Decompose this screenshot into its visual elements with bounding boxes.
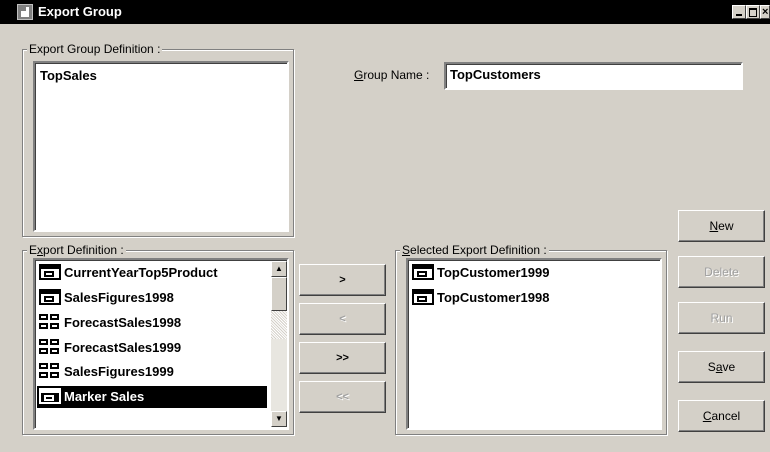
scrollbar-thumb[interactable] <box>271 277 287 311</box>
list-item[interactable]: CurrentYearTop5Product <box>37 262 263 284</box>
group-name-field[interactable]: TopCustomers <box>444 62 743 90</box>
window-icon <box>412 264 434 280</box>
list-item[interactable]: TopSales <box>40 68 97 83</box>
maximize-button[interactable] <box>746 5 760 19</box>
remove-button[interactable]: < <box>299 303 386 335</box>
window-title: Export Group <box>38 4 122 19</box>
grid-icon <box>39 363 61 379</box>
window-icon <box>39 289 61 305</box>
list-item[interactable]: ForecastSales1998 <box>37 312 263 334</box>
new-button[interactable]: New <box>678 210 765 242</box>
selected-export-definition-list[interactable]: TopCustomer1999 TopCustomer1998 <box>406 258 662 430</box>
add-all-button[interactable]: >> <box>299 342 386 374</box>
scroll-down-arrow-icon[interactable]: ▼ <box>271 411 287 427</box>
list-item[interactable]: ForecastSales1999 <box>37 337 263 359</box>
app-icon <box>17 4 33 20</box>
add-button[interactable]: > <box>299 264 386 296</box>
export-group-definition-legend: Export Group Definition : <box>27 42 163 56</box>
window-icon <box>39 264 61 280</box>
cancel-button[interactable]: Cancel <box>678 400 765 432</box>
list-item[interactable]: SalesFigures1998 <box>37 287 263 309</box>
run-button[interactable]: Run <box>678 302 765 334</box>
grid-icon <box>39 314 61 330</box>
export-definition-list[interactable]: CurrentYearTop5Product SalesFigures1998 … <box>33 258 289 430</box>
title-bar: Export Group × <box>0 0 770 24</box>
list-item[interactable]: TopCustomer1998 <box>410 287 636 309</box>
window-icon <box>39 388 61 404</box>
remove-all-button[interactable]: << <box>299 381 386 413</box>
list-item[interactable]: SalesFigures1999 <box>37 361 263 383</box>
export-definition-legend: Export Definition : <box>27 243 126 257</box>
export-group-list[interactable]: TopSales <box>33 61 289 232</box>
close-icon: × <box>762 6 769 18</box>
vertical-scrollbar[interactable]: ▲ ▼ <box>271 261 287 427</box>
save-button[interactable]: Save <box>678 351 765 383</box>
group-name-label: Group Name : <box>354 68 430 82</box>
scroll-up-arrow-icon[interactable]: ▲ <box>271 261 287 277</box>
selected-export-definition-legend: Selected Export Definition : <box>400 243 549 257</box>
minimize-button[interactable] <box>732 5 746 19</box>
close-button[interactable]: × <box>760 5 770 19</box>
scrollbar-track[interactable] <box>271 311 287 339</box>
list-item[interactable]: TopCustomer1999 <box>410 262 636 284</box>
window-icon <box>412 289 434 305</box>
delete-button[interactable]: Delete <box>678 256 765 288</box>
grid-icon <box>39 339 61 355</box>
list-item-selected[interactable]: Marker Sales <box>37 386 267 408</box>
